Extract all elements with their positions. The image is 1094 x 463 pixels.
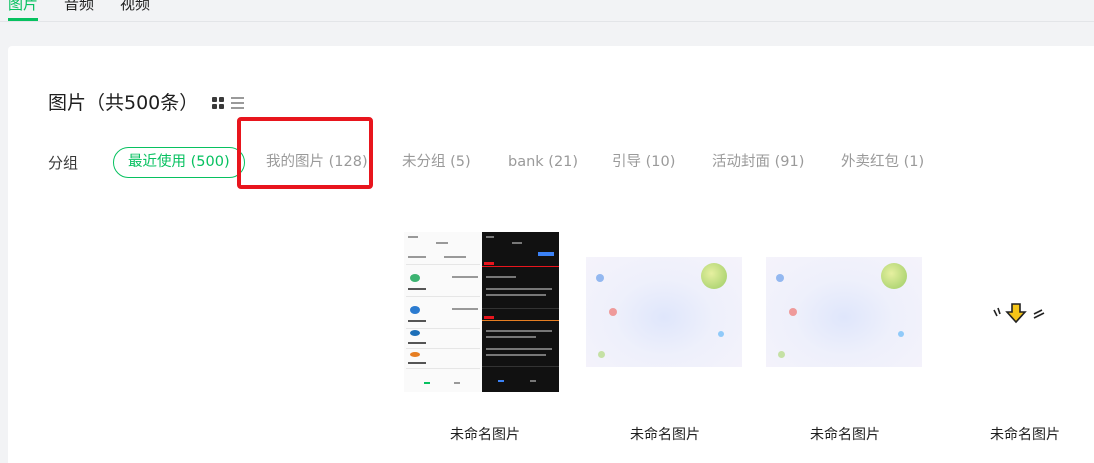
media-library-page: 图片 音频 视频 图片（共500条） 分组 最近使用 (500) 我的图片 (1… xyxy=(0,0,1094,463)
tab-audio[interactable]: 音频 xyxy=(64,0,94,14)
group-chip-takeout-coupon[interactable]: 外卖红包 (1) xyxy=(841,147,924,178)
media-type-tabs: 图片 音频 视频 xyxy=(0,0,1094,22)
group-chip-recent[interactable]: 最近使用 (500) xyxy=(113,147,245,178)
image-caption: 未命名图片 xyxy=(810,427,880,443)
page-title: 图片（共500条） xyxy=(48,92,199,114)
image-caption: 未命名图片 xyxy=(450,427,520,443)
image-thumbnail[interactable] xyxy=(404,232,559,392)
tab-images[interactable]: 图片 xyxy=(8,0,39,21)
image-thumbnail[interactable] xyxy=(990,302,1050,326)
image-thumbnail[interactable] xyxy=(586,257,742,367)
phone-screen-dark xyxy=(482,232,559,392)
grid-icon[interactable] xyxy=(212,97,224,109)
image-caption: 未命名图片 xyxy=(990,427,1060,443)
image-library-card: 图片（共500条） 分组 最近使用 (500) 我的图片 (128) 未分组 (… xyxy=(8,46,1094,463)
image-caption: 未命名图片 xyxy=(630,427,700,443)
list-icon[interactable] xyxy=(231,97,244,109)
group-chip-activity-cover[interactable]: 活动封面 (91) xyxy=(712,147,804,178)
group-chip-bank[interactable]: bank (21) xyxy=(508,147,578,178)
group-chip-guide[interactable]: 引导 (10) xyxy=(612,147,675,178)
group-chip-ungrouped[interactable]: 未分组 (5) xyxy=(402,147,471,178)
image-thumbnail[interactable] xyxy=(766,257,922,367)
arrow-down-icon xyxy=(993,303,1045,324)
phone-screen-light xyxy=(404,232,482,392)
tab-video[interactable]: 视频 xyxy=(120,0,150,14)
annotation-highlight-box xyxy=(237,117,373,189)
group-label: 分组 xyxy=(48,154,79,172)
